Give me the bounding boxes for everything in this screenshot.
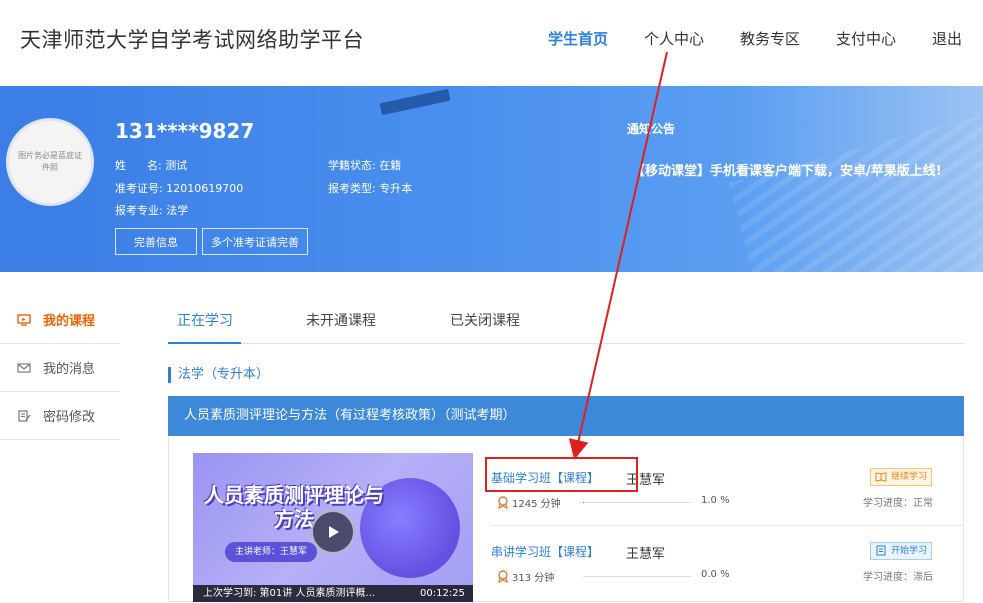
- active-tab-indicator: [168, 342, 241, 344]
- name-row: 姓 名: 测试: [115, 157, 187, 173]
- name-label: 姓 名:: [115, 159, 162, 172]
- course-tabs: 正在学习 未开通课程 已关闭课程: [168, 296, 964, 344]
- nav-academic-zone[interactable]: 教务专区: [740, 28, 800, 49]
- banner-decoration: [379, 88, 451, 116]
- thumbnail-title: 人员素质测评理论与方法: [204, 483, 384, 531]
- class-percent: 0.0 %: [701, 569, 730, 580]
- status-row: 学籍状态: 在籍: [328, 157, 401, 173]
- class-row: 串讲学习班【课程】 王慧军 313 分钟 0.0 % 开始学习 学习进度：滞后: [491, 542, 963, 603]
- play-icon: [329, 526, 339, 538]
- class-status: 学习进度：滞后: [863, 572, 933, 583]
- sidebar-item-change-password[interactable]: 密码修改: [0, 392, 120, 440]
- tab-studying[interactable]: 正在学习: [177, 310, 233, 330]
- status-value: 在籍: [379, 159, 402, 172]
- video-timestamp: 00:12:25: [420, 588, 465, 599]
- mail-icon: [17, 362, 31, 373]
- class-percent: 1.0 %: [701, 495, 730, 506]
- sidebar-item-label: 密码修改: [43, 410, 96, 425]
- class-duration: 1245 分钟: [497, 495, 561, 510]
- complete-info-button[interactable]: 完善信息: [115, 228, 197, 255]
- edit-icon: [18, 409, 31, 422]
- book-icon: [875, 472, 887, 482]
- start-study-button[interactable]: 开始学习: [870, 542, 933, 560]
- banner-texture: [728, 115, 983, 272]
- status-label: 学籍状态:: [328, 159, 376, 172]
- medal-icon: [498, 570, 508, 583]
- annotation-highlight-box: [485, 457, 638, 492]
- notice-link[interactable]: 【移动课堂】手机看课客户端下载，安卓/苹果版上线!: [632, 160, 942, 179]
- sidebar-item-label: 我的课程: [43, 314, 96, 329]
- sidebar-item-my-messages[interactable]: 我的消息: [0, 344, 120, 392]
- medal-icon: [498, 496, 508, 509]
- class-progress-bar: [583, 576, 691, 577]
- notice-title: 通知公告: [627, 122, 676, 136]
- ticket-label: 准考证号:: [115, 182, 163, 195]
- major-row: 报考专业: 法学: [115, 202, 188, 218]
- complete-tickets-button[interactable]: 多个准考证请完善: [202, 228, 308, 255]
- action-label: 开始学习: [891, 546, 928, 556]
- main-nav: 学生首页 个人中心 教务专区 支付中心 退出: [0, 28, 983, 50]
- last-study-text: 上次学习到: 第01讲 人员素质测评概...: [203, 588, 375, 599]
- type-row: 报考类型: 专升本: [328, 180, 412, 196]
- major-label: 报考专业:: [115, 204, 163, 217]
- action-label: 继续学习: [891, 472, 928, 482]
- continue-study-button[interactable]: 继续学习: [870, 468, 933, 486]
- class-duration: 313 分钟: [497, 569, 554, 584]
- row-divider: [491, 525, 963, 526]
- type-value: 专升本: [379, 182, 413, 195]
- class-progress-bar: [583, 502, 691, 503]
- class-progress-fill: [583, 502, 585, 503]
- major-value: 法学: [166, 204, 189, 217]
- tab-not-opened[interactable]: 未开通课程: [306, 310, 376, 330]
- class-link-review[interactable]: 串讲学习班【课程】: [491, 543, 599, 560]
- name-value: 测试: [165, 159, 188, 172]
- major-section-label: 法学（专升本）: [168, 367, 269, 383]
- top-bar: 天津师范大学自学考试网络助学平台 学生首页 个人中心 教务专区 支付中心 退出: [0, 0, 983, 86]
- sidebar-item-label: 我的消息: [43, 362, 96, 377]
- type-label: 报考类型:: [328, 182, 376, 195]
- ticket-value: 12010619700: [166, 182, 244, 195]
- nav-student-home[interactable]: 学生首页: [548, 28, 608, 49]
- sidebar-item-my-courses[interactable]: 我的课程: [0, 296, 120, 344]
- play-button[interactable]: [311, 510, 355, 554]
- class-teacher: 王慧军: [626, 547, 666, 562]
- avatar-hint: 图片务必是蓝底证件照: [18, 151, 82, 172]
- duration-text: 313 分钟: [512, 573, 555, 584]
- thumbnail-teacher-badge: 主讲老师：王慧军: [225, 542, 318, 562]
- avatar[interactable]: 图片务必是蓝底证件照: [6, 118, 94, 206]
- duration-text: 1245 分钟: [512, 499, 561, 510]
- class-status: 学习进度：正常: [863, 498, 933, 509]
- nav-logout[interactable]: 退出: [932, 28, 962, 49]
- ticket-row: 准考证号: 12010619700: [115, 180, 243, 196]
- nav-payment-center[interactable]: 支付中心: [836, 28, 896, 49]
- document-icon: [876, 545, 886, 556]
- user-id: 131****9827: [115, 119, 255, 143]
- course-title-bar: 人员素质测评理论与方法（有过程考核政策）（测试考期）: [168, 396, 964, 436]
- course-video-thumbnail[interactable]: 人员素质测评理论与方法 主讲老师：王慧军 上次学习到: 第01讲 人员素质测评概…: [193, 453, 473, 602]
- tab-closed[interactable]: 已关闭课程: [450, 310, 520, 330]
- nav-personal-center[interactable]: 个人中心: [644, 28, 704, 49]
- monitor-icon: [17, 313, 31, 326]
- last-study-bar: 上次学习到: 第01讲 人员素质测评概... 00:12:25: [193, 585, 473, 602]
